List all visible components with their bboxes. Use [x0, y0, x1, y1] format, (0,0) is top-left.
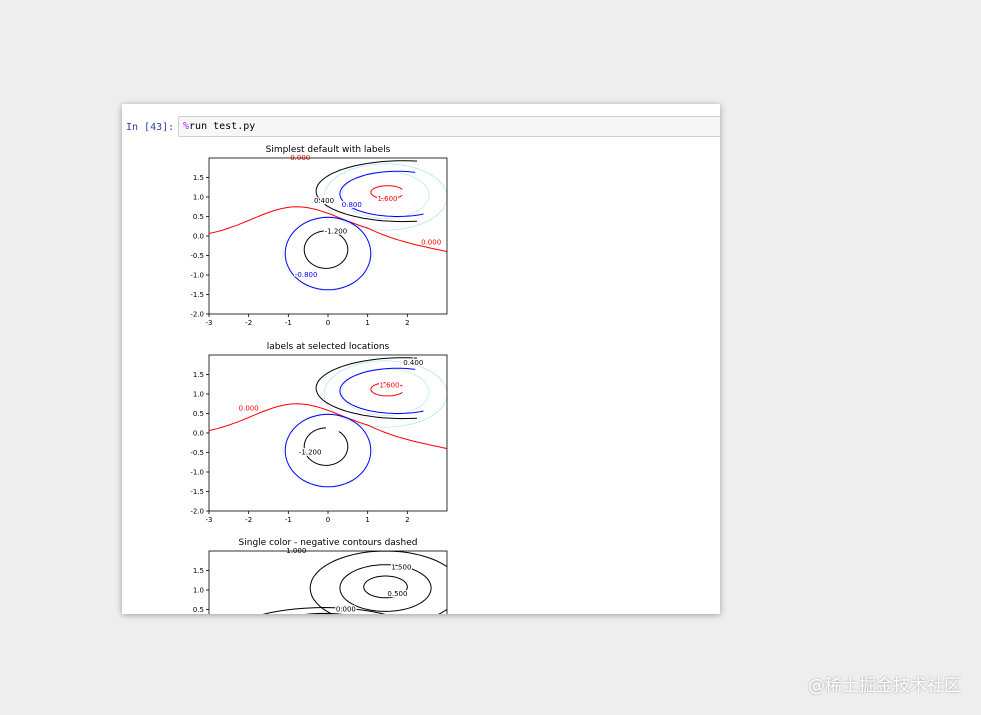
- y-tick-label: 1.0: [193, 194, 204, 202]
- contour-label: 0.400: [403, 359, 423, 367]
- contour-lines: [209, 357, 447, 488]
- contour-line: [309, 551, 447, 614]
- x-tick-label: -2: [245, 516, 252, 524]
- code-input[interactable]: %run test.py: [178, 116, 720, 137]
- contour-label: 0.800: [342, 201, 362, 209]
- y-tick-label: 0.0: [193, 430, 204, 438]
- x-tick-label: 0: [326, 516, 330, 524]
- cell-prompt: In [43]:: [126, 122, 175, 133]
- contour-label: 1.600: [377, 195, 397, 203]
- contour-line: [339, 564, 432, 612]
- code-line[interactable]: %run test.py: [183, 121, 255, 132]
- contour-plot: 0.400 1.600 0.000 -1.200 1.5 1.0 0.5 0.0 -0.5 -1.…: [190, 354, 448, 524]
- x-tick-label: 2: [405, 319, 409, 327]
- x-tick-label: -1: [285, 516, 292, 524]
- x-tick-label: -3: [206, 319, 213, 327]
- watermark: @稀土掘金技术社区: [808, 676, 961, 696]
- contour-label: 0.000: [239, 404, 259, 412]
- y-tick-label: 1.5: [193, 371, 204, 379]
- contour-label: -1.200: [299, 448, 322, 456]
- y-tick-label: 0.5: [193, 606, 204, 614]
- y-tick-label: 1.5: [193, 174, 204, 182]
- y-tick-label: -0.5: [190, 449, 204, 457]
- contour-label: 0.400: [314, 197, 334, 205]
- x-tick-label: 1: [365, 516, 369, 524]
- y-tick-label: -1.5: [190, 488, 204, 496]
- contour-label: -1.200: [325, 227, 348, 235]
- contour-line: [303, 230, 349, 269]
- contour-line: [339, 170, 424, 217]
- plot-title: labels at selected locations: [266, 342, 390, 352]
- contour-line: [303, 427, 349, 466]
- y-tick-label: 1.5: [193, 567, 204, 575]
- contour-lines: [209, 160, 447, 291]
- contour-line: [304, 612, 344, 614]
- y-tick-label: 1.0: [193, 391, 204, 399]
- cell-output: Simplest default with labels 0.000 1.600 0.…: [122, 104, 720, 614]
- x-tick-label: 2: [405, 516, 409, 524]
- contour-label: 0.000: [336, 605, 356, 613]
- y-tick-label: -0.5: [190, 252, 204, 260]
- notebook-cell: Simplest default with labels 0.000 1.600 0.…: [122, 104, 720, 614]
- y-tick-label: -1.0: [190, 272, 204, 280]
- contour-plot: 1.0001.5000.5000.0001.51.00.5: [193, 546, 448, 614]
- x-tick-label: -3: [206, 516, 213, 524]
- contour-line: [339, 367, 424, 414]
- contour-label: 0.000: [421, 239, 441, 247]
- y-tick-label: 0.5: [193, 213, 204, 221]
- y-tick-label: 1.0: [193, 587, 204, 595]
- x-tick-label: 1: [365, 319, 369, 327]
- code-command: run test.py: [189, 121, 256, 132]
- y-tick-label: -1.5: [190, 291, 204, 299]
- plot-title: Simplest default with labels: [265, 145, 391, 155]
- contour-label: 1.500: [391, 564, 411, 572]
- contour-label: 0.500: [387, 590, 407, 598]
- y-tick-label: 0.5: [193, 410, 204, 418]
- plot-title: Single color - negative contours dashed: [238, 538, 418, 548]
- y-tick-label: -2.0: [190, 508, 204, 516]
- contour-label: 1.600: [379, 381, 399, 389]
- contour-faint: [282, 413, 374, 488]
- contour-lines: [262, 551, 447, 614]
- contour-plot: 0.0001.6000.400 0.8000.000-1.200-0.8001.5…: [190, 153, 448, 327]
- y-tick-label: -2.0: [190, 311, 204, 319]
- x-tick-label: 0: [326, 319, 330, 327]
- contour-faint: [323, 360, 447, 428]
- x-tick-label: -1: [285, 319, 292, 327]
- contour-label: -0.800: [295, 271, 318, 279]
- y-tick-label: -1.0: [190, 469, 204, 477]
- axes-frame: [208, 550, 448, 614]
- x-tick-label: -2: [245, 319, 252, 327]
- y-tick-label: 0.0: [193, 233, 204, 241]
